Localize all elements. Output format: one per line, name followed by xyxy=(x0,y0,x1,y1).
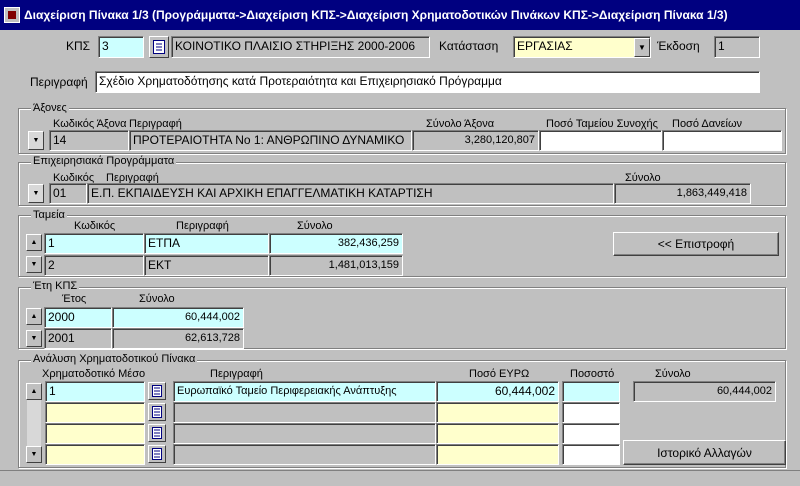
list-lookup-icon xyxy=(153,40,165,54)
kps-name-field: ΚΟΙΝΟΤΙΚΟ ΠΛΑΙΣΙΟ ΣΤΗΡΙΞΗΣ 2000-2006 xyxy=(171,36,430,58)
description-label: Περιγραφή xyxy=(30,75,88,89)
axes-record-scroll[interactable]: ▼ xyxy=(28,131,44,150)
analysis-col-total: Σύνολο xyxy=(655,368,691,380)
analysis-row4-description[interactable] xyxy=(173,444,436,465)
axes-cohesion-field[interactable] xyxy=(539,130,662,151)
analysis-row3-percent[interactable] xyxy=(562,423,620,444)
window-title: Διαχείριση Πίνακα 1/3 (Προγράμματα->Διαχ… xyxy=(24,8,728,22)
years-scroll-up[interactable]: ▲ xyxy=(26,308,42,325)
programs-record-scroll[interactable]: ▼ xyxy=(28,184,44,203)
analysis-row4-instrument[interactable] xyxy=(45,444,145,465)
years-row1-total[interactable]: 60,444,002 xyxy=(112,307,244,328)
description-field[interactable]: Σχέδιο Χρηματοδότησης κατά Προτεραιότητα… xyxy=(95,71,760,93)
funds-row2-code[interactable]: 2 xyxy=(44,255,144,276)
list-lookup-icon xyxy=(152,448,162,460)
analysis-row1-percent[interactable] xyxy=(562,381,620,402)
years-col-year: Έτος xyxy=(62,293,87,305)
analysis-col-amount: Ποσό ΕΥΡΩ xyxy=(469,368,530,380)
years-row2-total[interactable]: 62,613,728 xyxy=(112,328,244,349)
funds-col-total: Σύνολο xyxy=(297,220,333,232)
status-value: ΕΡΓΑΣΙΑΣ xyxy=(517,39,573,53)
analysis-row3-description[interactable] xyxy=(173,423,436,444)
list-lookup-icon xyxy=(152,406,162,418)
analysis-row2-description[interactable] xyxy=(173,402,436,423)
programs-group-title: Επιχειρησιακά Προγράμματα xyxy=(31,155,177,168)
analysis-row3-lookup-button[interactable] xyxy=(148,424,166,442)
analysis-row1-lookup-button[interactable] xyxy=(148,382,166,400)
analysis-row1-amount[interactable]: 60,444,002 xyxy=(436,381,559,402)
arrow-down-icon: ▼ xyxy=(32,190,40,197)
funds-row1-total[interactable]: 382,436,259 xyxy=(269,233,403,254)
years-row2-year[interactable]: 2001 xyxy=(44,328,112,349)
funds-group-title: Ταμεία xyxy=(31,209,67,222)
funds-col-description: Περιγραφή xyxy=(176,220,229,232)
analysis-row4-amount[interactable] xyxy=(436,444,559,465)
analysis-col-instrument: Χρηματοδοτικό Μέσο xyxy=(42,368,146,380)
analysis-row4-percent[interactable] xyxy=(562,444,620,465)
axes-loans-field[interactable] xyxy=(662,130,782,151)
funds-scroll-up[interactable]: ▲ xyxy=(26,234,42,251)
arrow-up-icon: ▲ xyxy=(30,239,38,246)
arrow-down-icon: ▼ xyxy=(30,335,38,342)
funds-scroll-down[interactable]: ▼ xyxy=(26,256,42,273)
list-lookup-icon xyxy=(152,385,162,397)
programs-code-field: 01 xyxy=(49,183,87,204)
arrow-down-icon: ▼ xyxy=(32,137,40,144)
chevron-down-icon: ▼ xyxy=(638,43,646,52)
years-col-total: Σύνολο xyxy=(139,293,175,305)
analysis-row1-instrument[interactable]: 1 xyxy=(45,381,145,402)
years-row1-year[interactable]: 2000 xyxy=(44,307,112,328)
analysis-scrollbar-track[interactable] xyxy=(27,400,41,446)
analysis-row1-description[interactable]: Ευρωπαϊκό Ταμείο Περιφερειακής Ανάπτυξης xyxy=(173,381,436,402)
programs-description-field: Ε.Π. ΕΚΠΑΙΔΕΥΣΗ ΚΑΙ ΑΡΧΙΚΗ ΕΠΑΓΓΕΛΜΑΤΙΚΗ… xyxy=(87,183,614,204)
analysis-row2-percent[interactable] xyxy=(562,402,620,423)
funds-row1-description[interactable]: ΕΤΠΑ xyxy=(144,233,269,254)
programs-total-field: 1,863,449,418 xyxy=(614,183,751,204)
axes-description-field: ΠΡΟΤΕΡΑΙΟΤΗΤΑ Νο 1: ΑΝΘΡΩΠΙΝΟ ΔΥΝΑΜΙΚΟ xyxy=(129,130,412,151)
arrow-up-icon: ▲ xyxy=(30,313,38,320)
history-button[interactable]: Ιστορικό Αλλαγών xyxy=(623,440,786,465)
app-icon xyxy=(4,7,20,23)
analysis-group-title: Ανάλυση Χρηματοδοτικού Πίνακα xyxy=(31,353,198,366)
analysis-col-description: Περιγραφή xyxy=(210,368,263,380)
arrow-up-icon: ▲ xyxy=(30,388,38,395)
funds-row1-code[interactable]: 1 xyxy=(44,233,144,254)
funds-row2-total[interactable]: 1,481,013,159 xyxy=(269,255,403,276)
status-select[interactable]: ΕΡΓΑΣΙΑΣ xyxy=(513,36,651,58)
analysis-scroll-down[interactable]: ▼ xyxy=(26,446,42,463)
analysis-row2-lookup-button[interactable] xyxy=(148,403,166,421)
analysis-row3-instrument[interactable] xyxy=(45,423,145,444)
analysis-row2-amount[interactable] xyxy=(436,402,559,423)
analysis-row4-lookup-button[interactable] xyxy=(148,445,166,463)
list-lookup-icon xyxy=(152,427,162,439)
status-label: Κατάσταση xyxy=(439,39,499,53)
axes-total-field: 3,280,120,807 xyxy=(412,130,539,151)
kps-lookup-button[interactable] xyxy=(149,36,169,58)
kps-label: ΚΠΣ xyxy=(66,39,91,53)
axes-group-title: Άξονες xyxy=(31,102,69,115)
window-titlebar: Διαχείριση Πίνακα 1/3 (Προγράμματα->Διαχ… xyxy=(0,0,800,30)
axes-code-field: 14 xyxy=(49,130,129,151)
return-button[interactable]: << Επιστροφή xyxy=(613,232,779,256)
version-field: 1 xyxy=(714,36,760,58)
years-scroll-down[interactable]: ▼ xyxy=(26,330,42,347)
analysis-row2-instrument[interactable] xyxy=(45,402,145,423)
arrow-down-icon: ▼ xyxy=(30,261,38,268)
analysis-scroll-up[interactable]: ▲ xyxy=(26,383,42,400)
analysis-total-field: 60,444,002 xyxy=(633,381,776,402)
status-dropdown-button[interactable]: ▼ xyxy=(634,38,650,57)
version-label: Έκδοση xyxy=(657,39,700,53)
years-group-title: Έτη ΚΠΣ xyxy=(31,280,80,293)
funds-col-code: Κωδικός xyxy=(74,220,116,232)
arrow-down-icon: ▼ xyxy=(30,451,38,458)
analysis-col-percent: Ποσοστό xyxy=(570,368,615,380)
kps-code-field[interactable]: 3 xyxy=(98,36,144,58)
analysis-row3-amount[interactable] xyxy=(436,423,559,444)
status-bar xyxy=(0,470,800,486)
funds-row2-description[interactable]: ΕΚΤ xyxy=(144,255,269,276)
